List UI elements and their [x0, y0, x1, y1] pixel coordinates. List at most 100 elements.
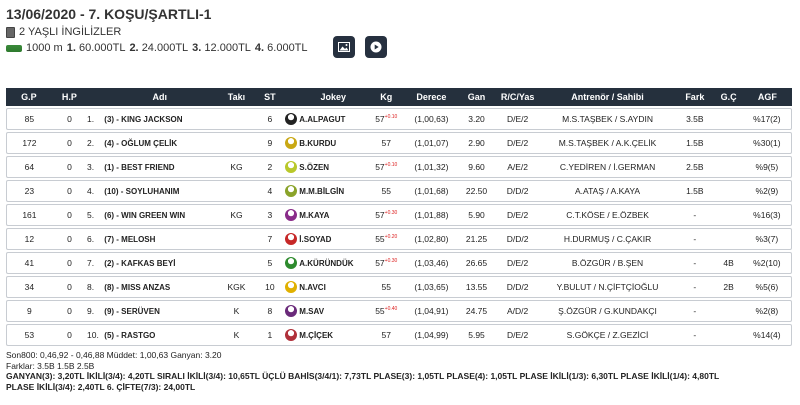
kg-value: 57 — [375, 258, 385, 268]
kg-cell: 57+0.10 — [367, 156, 406, 178]
col-derece[interactable]: Derece — [405, 88, 458, 106]
jockey-name[interactable]: A.ALPAGUT — [299, 108, 368, 130]
trainer-owner[interactable]: Y.BULUT / N.ÇİFTÇİOĞLU — [539, 276, 676, 298]
jockey-silk-icon — [284, 257, 297, 269]
rcy-cell: D/E/2 — [495, 108, 540, 130]
kg-value: 57 — [375, 114, 385, 124]
jockey-name[interactable]: A.KÜRÜNDÜK — [299, 252, 368, 274]
table-row[interactable]: 12 0 6. (7) - MELOSH 7 İ.SOYAD 55+0.20 (1,02,80… — [6, 228, 792, 250]
fark-cell: - — [675, 204, 715, 226]
jockey-name[interactable]: M.M.BİLGİN — [299, 180, 368, 202]
rcy-cell: D/E/2 — [495, 132, 540, 154]
horse-name[interactable]: (1) - BEST FRIEND — [104, 156, 216, 178]
kg-cell: 55+0.40 — [367, 300, 406, 322]
race-distance: 1000 m — [26, 42, 63, 54]
trainer-owner[interactable]: C.T.KÖSE / E.ÖZBEK — [539, 204, 676, 226]
horse-name[interactable]: (9) - SERÜVEN — [104, 300, 216, 322]
derece-cell: (1,01,07) — [405, 132, 458, 154]
col-gc[interactable]: G.Ç — [714, 88, 743, 106]
photo-button[interactable] — [333, 36, 355, 58]
col-hp[interactable]: H.P — [51, 88, 88, 106]
gc-cell — [714, 300, 743, 322]
jockey-name[interactable]: S.ÖZEN — [299, 156, 368, 178]
jockey-name[interactable]: M.SAV — [299, 300, 368, 322]
col-name[interactable]: Adı — [104, 88, 216, 106]
horse-name[interactable]: (8) - MISS ANZAS — [104, 276, 216, 298]
jockey-silk-icon — [284, 281, 297, 293]
jockey-name[interactable]: B.KURDU — [299, 132, 368, 154]
table-row[interactable]: 23 0 4. (10) - SOYLUHANIM 4 M.M.BİLGİN 55 (1,01… — [6, 180, 792, 202]
col-pos — [87, 88, 105, 106]
col-agf[interactable]: AGF — [742, 88, 792, 106]
table-row[interactable]: 172 0 2. (4) - OĞLUM ÇELİK 9 B.KURDU 57 (1,01,0… — [6, 132, 792, 154]
table-row[interactable]: 64 0 3. (1) - BEST FRIEND KG 2 S.ÖZEN 57+0.10 (1… — [6, 156, 792, 178]
table-row[interactable]: 85 0 1. (3) - KING JACKSON 6 A.ALPAGUT 57+0.10… — [6, 108, 792, 130]
horse-name[interactable]: (3) - KING JACKSON — [104, 108, 216, 130]
kg-value: 55 — [375, 234, 385, 244]
kg-cell: 57+0.10 — [367, 108, 406, 130]
trainer-owner[interactable]: B.ÖZGÜR / B.ŞEN — [539, 252, 676, 274]
col-st[interactable]: ST — [257, 88, 283, 106]
col-gp[interactable]: G.P — [6, 88, 52, 106]
col-fark[interactable]: Fark — [675, 88, 715, 106]
fark-cell: - — [675, 228, 715, 250]
rcy-cell: D/E/2 — [495, 204, 540, 226]
table-row[interactable]: 9 0 9. (9) - SERÜVEN K 8 M.SAV 55+0.40 (1,04,91)… — [6, 300, 792, 322]
gp-cell: 85 — [6, 108, 52, 130]
gc-cell: 4B — [714, 252, 743, 274]
col-rcy[interactable]: R/C/Yas — [495, 88, 540, 106]
horse-name[interactable]: (4) - OĞLUM ÇELİK — [104, 132, 216, 154]
kg-value: 55 — [375, 306, 385, 316]
video-button[interactable] — [365, 36, 387, 58]
col-kg[interactable]: Kg — [367, 88, 406, 106]
table-row[interactable]: 161 0 5. (6) - WIN GREEN WIN KG 3 M.KAYA 57+0.3… — [6, 204, 792, 226]
taki-cell: K — [215, 300, 258, 322]
horse-name[interactable]: (10) - SOYLUHANIM — [104, 180, 216, 202]
horse-name[interactable]: (2) - KAFKAS BEYİ — [104, 252, 216, 274]
trainer-owner[interactable]: A.ATAŞ / A.KAYA — [539, 180, 676, 202]
col-jokey[interactable]: Jokey — [299, 88, 368, 106]
jockey-silk-icon — [284, 305, 297, 317]
table-row[interactable]: 53 0 10. (5) - RASTGO K 1 M.ÇİÇEK 57 (1,04,99) 5.… — [6, 324, 792, 346]
col-trainer[interactable]: Antrenör / Sahibi — [539, 88, 676, 106]
col-gan[interactable]: Gan — [457, 88, 496, 106]
jockey-silk-icon — [284, 329, 297, 341]
position-cell: 3. — [87, 156, 105, 178]
position-cell: 8. — [87, 276, 105, 298]
position-cell: 4. — [87, 180, 105, 202]
prize-3: 3. 12.000TL — [192, 42, 251, 54]
jockey-name[interactable]: N.AVCI — [299, 276, 368, 298]
kg-cell: 57+0.30 — [367, 252, 406, 274]
col-taki[interactable]: Takı — [215, 88, 258, 106]
jockey-name[interactable]: M.ÇİÇEK — [299, 324, 368, 346]
trainer-owner[interactable]: Ş.ÖZGÜR / G.KUNDAKÇI — [539, 300, 676, 322]
trainer-owner[interactable]: M.S.TAŞBEK / A.K.ÇELİK — [539, 132, 676, 154]
trainer-owner[interactable]: M.S.TAŞBEK / S.AYDIN — [539, 108, 676, 130]
trainer-owner[interactable]: S.GÖKÇE / Z.GEZİCİ — [539, 324, 676, 346]
table-row[interactable]: 41 0 7. (2) - KAFKAS BEYİ 5 A.KÜRÜNDÜK 57+0.30… — [6, 252, 792, 274]
gc-cell — [714, 204, 743, 226]
horse-name[interactable]: (5) - RASTGO — [104, 324, 216, 346]
kg-cell: 57 — [367, 132, 406, 154]
trainer-owner[interactable]: H.DURMUŞ / C.ÇAKIR — [539, 228, 676, 250]
gp-cell: 172 — [6, 132, 52, 154]
derece-cell: (1,02,80) — [405, 228, 458, 250]
hp-cell: 0 — [51, 300, 88, 322]
position-cell: 10. — [87, 324, 105, 346]
horse-name[interactable]: (7) - MELOSH — [104, 228, 216, 250]
start-cell: 6 — [257, 108, 283, 130]
trainer-owner[interactable]: C.YEDİREN / İ.GERMAN — [539, 156, 676, 178]
jockey-name[interactable]: İ.SOYAD — [299, 228, 368, 250]
race-title: 13/06/2020 - 7. KOŞU/ŞARTLI-1 — [6, 6, 212, 22]
jockey-name[interactable]: M.KAYA — [299, 204, 368, 226]
derece-cell: (1,03,46) — [405, 252, 458, 274]
gan-cell: 9.60 — [457, 156, 496, 178]
silk-cell — [282, 300, 300, 322]
agf-cell: %9(5) — [742, 156, 792, 178]
silk-cell — [282, 204, 300, 226]
summary-payouts-2: PLASE İKİLİ(3/4): 2,40TL 6. ÇİFTE(7/3): … — [6, 381, 196, 392]
kg-extra: +0.30 — [384, 210, 398, 217]
horse-name[interactable]: (6) - WIN GREEN WIN — [104, 204, 216, 226]
rcy-cell: D/E/2 — [495, 252, 540, 274]
table-row[interactable]: 34 0 8. (8) - MISS ANZAS KGK 10 N.AVCI 55 (1,03,… — [6, 276, 792, 298]
